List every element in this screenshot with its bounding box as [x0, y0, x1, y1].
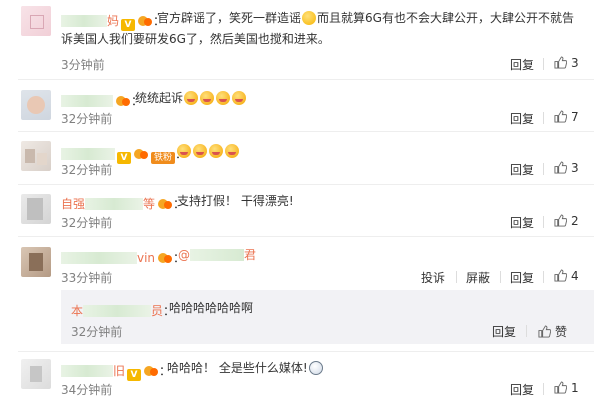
- like-button[interactable]: 4: [554, 269, 579, 283]
- avatar[interactable]: [21, 90, 51, 120]
- divider: [543, 383, 544, 395]
- username[interactable]: 本员：: [71, 302, 175, 319]
- emoji-icon: [177, 144, 191, 158]
- reply-button[interactable]: 回复: [510, 110, 534, 127]
- like-button[interactable]: 7: [554, 110, 579, 124]
- timestamp: 33分钟前: [61, 271, 113, 285]
- timestamp: 34分钟前: [61, 383, 113, 397]
- level-badge-icon: [157, 252, 173, 264]
- username[interactable]: 旧 V：: [61, 362, 171, 381]
- divider: [18, 131, 594, 132]
- timestamp: 32分钟前: [61, 216, 113, 230]
- emoji-icon: [225, 144, 239, 158]
- emoji-icon: [209, 144, 223, 158]
- nested-reply: 本员： 哈哈哈哈哈哈啊 32分钟前 回复 赞: [61, 290, 594, 344]
- avatar[interactable]: [21, 141, 51, 171]
- timestamp: 32分钟前: [61, 112, 113, 126]
- vip-icon: V: [117, 152, 131, 164]
- thumb-up-icon: [554, 110, 567, 123]
- comment-text: 官方辟谣了，笑死一群造谣 而且就算6G有也不会大肆公开，大肆公开不就告: [157, 11, 574, 25]
- divider: [543, 163, 544, 175]
- avatar[interactable]: [21, 6, 51, 36]
- timestamp: 32分钟前: [61, 163, 113, 177]
- comment-text: 统统起诉: [135, 89, 335, 108]
- comment-text: 诉美国人我们要研发6G了，然后美国也搅和进来。: [61, 32, 330, 46]
- thumb-up-icon: [554, 269, 567, 282]
- level-badge-icon: [143, 365, 159, 377]
- like-button[interactable]: 1: [554, 381, 579, 395]
- divider: [18, 184, 594, 185]
- avatar[interactable]: [21, 194, 51, 224]
- emoji-icon: [302, 11, 317, 25]
- avatar[interactable]: [21, 359, 51, 389]
- emoji-icon: [308, 361, 323, 375]
- divider: [500, 271, 501, 283]
- reply-button[interactable]: 回复: [510, 56, 534, 73]
- comment-text: 哈哈哈哈哈哈啊: [169, 301, 254, 315]
- emoji-icon: [216, 91, 231, 105]
- emoji-icon: [193, 144, 207, 158]
- mention[interactable]: @ 君: [178, 246, 278, 265]
- divider: [18, 79, 594, 80]
- comment-text: 支持打假！ 干得漂亮!: [177, 194, 294, 208]
- username[interactable]: vin：: [61, 249, 185, 266]
- fan-badge: 铁粉: [151, 152, 176, 164]
- comment-text: [176, 142, 296, 161]
- divider: [18, 351, 594, 352]
- divider: [543, 271, 544, 283]
- thumb-up-icon: [554, 381, 567, 394]
- username[interactable]: 自强等：: [61, 195, 185, 212]
- reply-button[interactable]: 回复: [510, 381, 534, 398]
- comment-text: 哈哈哈！ 全是些什么媒体!: [167, 359, 367, 378]
- thumb-up-icon: [554, 214, 567, 227]
- level-badge-icon: [115, 95, 131, 107]
- emoji-icon: [184, 91, 199, 105]
- level-badge-icon: [133, 148, 149, 160]
- divider: [456, 271, 457, 283]
- thumb-up-icon: [554, 56, 567, 69]
- report-button[interactable]: 投诉: [421, 269, 445, 286]
- username[interactable]: 妈 V：: [61, 12, 165, 31]
- divider: [18, 236, 594, 237]
- thumb-up-icon: [554, 161, 567, 174]
- like-button[interactable]: 3: [554, 161, 579, 175]
- level-badge-icon: [157, 198, 173, 210]
- timestamp: 3分钟前: [61, 58, 105, 72]
- like-button[interactable]: 2: [554, 214, 579, 228]
- username[interactable]: ：: [61, 92, 143, 109]
- vip-icon: V: [127, 369, 142, 381]
- reply-button[interactable]: 回复: [510, 214, 534, 231]
- divider: [543, 58, 544, 70]
- divider: [543, 216, 544, 228]
- timestamp: 32分钟前: [71, 325, 123, 339]
- avatar[interactable]: [21, 247, 51, 277]
- block-button[interactable]: 屏蔽: [466, 269, 490, 286]
- reply-button[interactable]: 回复: [492, 323, 516, 340]
- emoji-icon: [232, 91, 247, 105]
- like-button[interactable]: 3: [554, 56, 579, 70]
- level-badge-icon: [137, 15, 153, 27]
- reply-button[interactable]: 回复: [510, 269, 534, 286]
- divider: [526, 325, 527, 337]
- divider: [543, 112, 544, 124]
- emoji-icon: [200, 91, 215, 105]
- thumb-up-icon: [538, 325, 551, 338]
- reply-button[interactable]: 回复: [510, 161, 534, 178]
- like-button[interactable]: 赞: [538, 323, 567, 340]
